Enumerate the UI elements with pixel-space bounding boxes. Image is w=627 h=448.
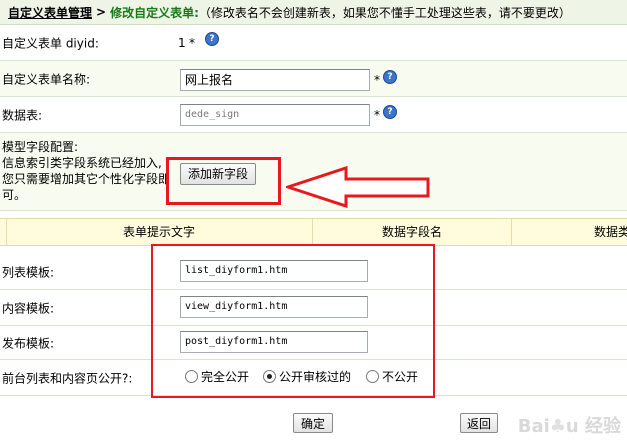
annotation-highlight-box [166,157,281,205]
diyid-value: 1 [178,36,186,50]
diyid-label: 自定义表单 diyid: [2,36,99,50]
list-template-label: 列表模板: [2,265,55,279]
required-mark: * [374,73,380,87]
breadcrumb-current: 修改自定义表单: [110,5,199,20]
annotation-arrow-icon [286,165,430,209]
model-fields-label: 模型字段配置: [2,140,79,154]
form-name-input[interactable]: 网上报名 [180,69,370,91]
required-mark: * [189,36,195,50]
required-mark: * [374,108,380,122]
help-icon[interactable]: ? [383,70,397,84]
column-data-type: 数据类 [593,225,627,239]
form-name-label: 自定义表单名称: [2,72,91,86]
column-prompt-text: 表单提示文字 [122,225,195,239]
view-template-label: 内容模板: [2,301,55,315]
help-icon[interactable]: ? [383,105,397,119]
field-table-header: 表单提示文字 数据字段名 数据类 [0,218,627,246]
public-visibility-label: 前台列表和内容页公开?: [2,371,133,385]
annotation-templates-box [151,244,435,398]
row-data-table: 数据表: dede_sign * ? [0,97,627,133]
confirm-button[interactable]: 确定 [293,413,333,433]
data-table-input[interactable]: dede_sign [180,104,370,126]
back-button[interactable]: 返回 [460,413,498,433]
model-fields-hint-line: 信息索引类字段系统已经加入, [2,156,162,170]
breadcrumb-diyform-manage[interactable]: 自定义表单管理 [8,4,92,21]
data-table-label: 数据表: [2,108,43,122]
page-header: 自定义表单管理 > 修改自定义表单: （修改表名不会创建新表，如果您不懂手工处理… [0,0,627,25]
help-icon[interactable]: ? [205,32,219,46]
row-form-name: 自定义表单名称: 网上报名 * ? [0,61,627,97]
breadcrumb-separator: > [96,5,107,19]
column-field-name: 数据字段名 [381,225,442,239]
model-fields-description: 模型字段配置: 信息索引类字段系统已经加入, 您只需要增加其它个性化字段即 可。 [2,139,176,203]
post-template-label: 发布模板: [2,336,55,350]
header-note: （修改表名不会创建新表，如果您不懂手工处理这些表，请不要更改） [198,5,571,20]
model-fields-hint-line: 可。 [2,188,27,202]
model-fields-hint-line: 您只需要增加其它个性化字段即 [2,172,171,186]
watermark-logo: Bai♣u 经验 [517,416,621,437]
row-diyid: 自定义表单 diyid: 1 * ? [0,25,627,61]
